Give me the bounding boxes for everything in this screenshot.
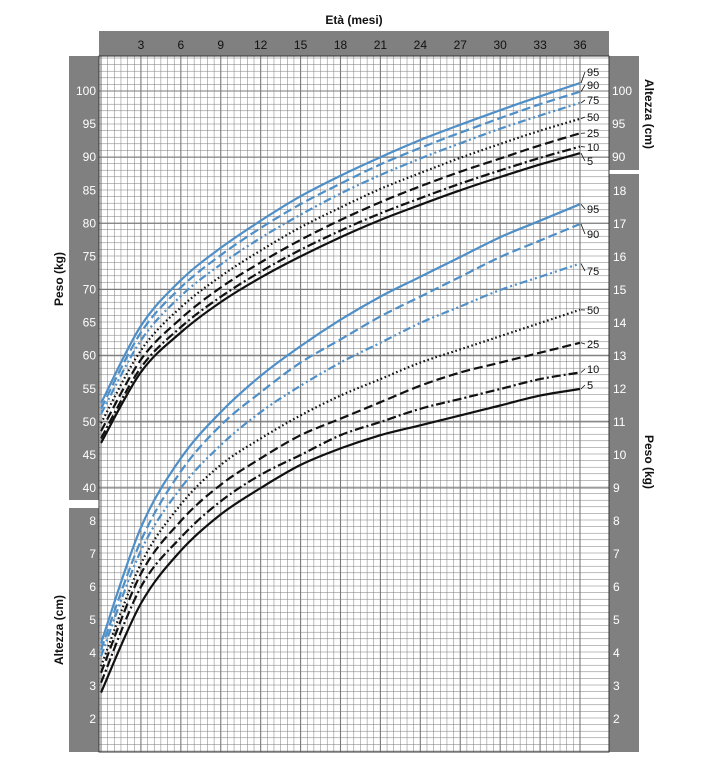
weight-percentile-label: 10 bbox=[587, 364, 599, 376]
x-tick-label: 21 bbox=[374, 38, 388, 52]
height-percentile-label: 10 bbox=[587, 142, 599, 154]
left-lower-tick-label: 4 bbox=[89, 646, 96, 660]
right-upper-tick-label: 100 bbox=[612, 84, 632, 98]
right-lower-tick-label: 13 bbox=[613, 349, 627, 363]
right-lower-tick-label: 11 bbox=[613, 415, 626, 429]
x-tick-label: 18 bbox=[334, 38, 348, 52]
height-percentile-label: 75 bbox=[587, 95, 599, 107]
left-upper-tick-label: 65 bbox=[83, 316, 97, 330]
right-lower-tick-label: 16 bbox=[613, 250, 627, 264]
right-lower-tick-label: 3 bbox=[613, 679, 620, 693]
left-lower-tick-label: 8 bbox=[89, 514, 96, 528]
right-lower-tick-label: 14 bbox=[613, 316, 627, 330]
right-upper-tick-label: 95 bbox=[612, 117, 626, 131]
left-lower-tick-label: 6 bbox=[89, 580, 96, 594]
weight-percentile-label: 50 bbox=[587, 305, 599, 317]
x-tick-label: 36 bbox=[573, 38, 587, 52]
left-upper-tick-label: 90 bbox=[83, 150, 97, 164]
x-tick-label: 30 bbox=[493, 38, 507, 52]
left-upper-axis-title: Peso (kg) bbox=[52, 252, 66, 306]
right-upper-tick-label: 90 bbox=[612, 150, 626, 164]
height-percentile-label: 25 bbox=[587, 128, 599, 140]
height-percentile-label: 50 bbox=[587, 112, 599, 124]
right-lower-tick-label: 15 bbox=[613, 283, 627, 297]
left-upper-tick-label: 75 bbox=[83, 249, 97, 263]
left-upper-tick-label: 95 bbox=[83, 117, 97, 131]
x-tick-label: 33 bbox=[533, 38, 547, 52]
right-upper-axis-title: Altezza (cm) bbox=[642, 79, 656, 149]
weight-percentile-label: 5 bbox=[587, 380, 593, 392]
x-tick-label: 12 bbox=[254, 38, 268, 52]
right-lower-tick-label: 12 bbox=[613, 382, 627, 396]
right-lower-tick-label: 4 bbox=[613, 646, 620, 660]
right-lower-tick-label: 10 bbox=[613, 448, 627, 462]
x-tick-label: 27 bbox=[454, 38, 468, 52]
right-lower-tick-label: 18 bbox=[613, 184, 627, 198]
height-percentile-label: 95 bbox=[587, 67, 599, 79]
right-lower-tick-label: 5 bbox=[613, 613, 620, 627]
right-lower-tick-label: 9 bbox=[613, 481, 620, 495]
left-upper-tick-label: 55 bbox=[83, 382, 97, 396]
left-upper-tick-label: 85 bbox=[83, 183, 97, 197]
weight-percentile-label: 75 bbox=[587, 266, 599, 278]
left-upper-tick-label: 45 bbox=[83, 448, 97, 462]
right-lower-tick-label: 6 bbox=[613, 580, 620, 594]
growth-chart: Età (mesi) Peso (kg) Altezza (cm) Altezz… bbox=[52, 13, 656, 753]
x-axis-title: Età (mesi) bbox=[325, 13, 382, 27]
weight-percentile-label: 25 bbox=[587, 339, 599, 351]
x-tick-label: 9 bbox=[217, 38, 224, 52]
weight-percentile-label: 95 bbox=[587, 204, 599, 216]
right-lower-axis-title: Peso (kg) bbox=[642, 435, 656, 489]
left-lower-tick-label: 2 bbox=[89, 712, 96, 726]
weight-percentile-label: 90 bbox=[587, 229, 599, 241]
right-lower-tick-label: 2 bbox=[613, 712, 620, 726]
right-lower-tick-label: 7 bbox=[613, 547, 620, 561]
x-tick-label: 15 bbox=[294, 38, 308, 52]
left-lower-tick-label: 7 bbox=[89, 547, 96, 561]
left-upper-tick-label: 70 bbox=[83, 283, 97, 297]
left-upper-tick-label: 40 bbox=[83, 481, 97, 495]
height-percentile-label: 5 bbox=[587, 156, 593, 168]
left-upper-tick-label: 100 bbox=[76, 84, 96, 98]
left-lower-axis-title: Altezza (cm) bbox=[52, 595, 66, 665]
left-upper-tick-label: 60 bbox=[83, 349, 97, 363]
x-tick-label: 24 bbox=[414, 38, 428, 52]
left-upper-tick-label: 50 bbox=[83, 415, 97, 429]
right-lower-tick-label: 8 bbox=[613, 514, 620, 528]
right-lower-tick-label: 17 bbox=[613, 217, 627, 231]
height-percentile-label: 90 bbox=[587, 80, 599, 92]
x-tick-label: 6 bbox=[177, 38, 184, 52]
left-lower-tick-label: 3 bbox=[89, 679, 96, 693]
left-upper-tick-label: 80 bbox=[83, 216, 97, 230]
left-lower-tick-label: 5 bbox=[89, 613, 96, 627]
x-tick-label: 3 bbox=[138, 38, 145, 52]
